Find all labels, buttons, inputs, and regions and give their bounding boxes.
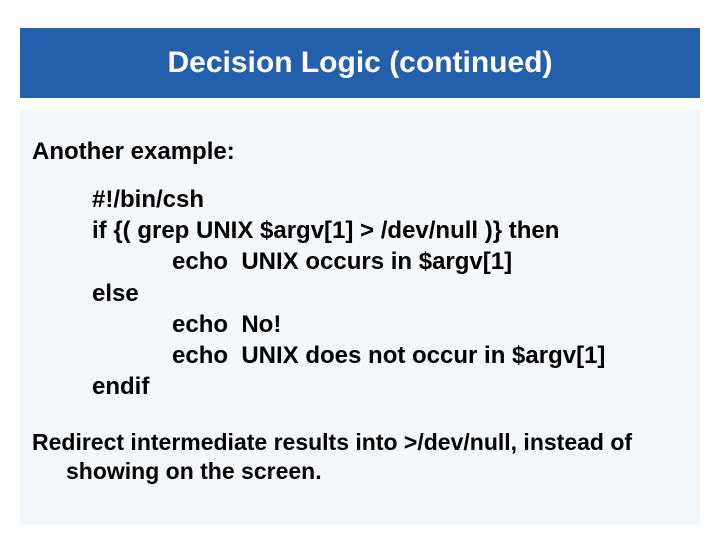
slide-title: Decision Logic (continued)	[167, 46, 552, 80]
code-line-if: if {( grep UNIX $argv[1] > /dev/null )} …	[92, 215, 688, 246]
footer-note: Redirect intermediate results into >/dev…	[66, 428, 688, 486]
code-line-else: else	[92, 278, 688, 309]
code-line-echo-notoccur: echo UNIX does not occur in $argv[1]	[92, 340, 688, 371]
slide: Decision Logic (continued) Another examp…	[0, 0, 720, 540]
slide-content: Another example: #!/bin/csh if {( grep U…	[20, 110, 700, 525]
code-line-echo-occurs: echo UNIX occurs in $argv[1]	[92, 246, 688, 277]
code-block: #!/bin/csh if {( grep UNIX $argv[1] > /d…	[92, 184, 688, 402]
code-line-endif: endif	[92, 371, 688, 402]
title-bar: Decision Logic (continued)	[20, 28, 700, 98]
code-line-shebang: #!/bin/csh	[92, 184, 688, 215]
intro-text: Another example:	[32, 138, 688, 166]
code-line-echo-no: echo No!	[92, 309, 688, 340]
